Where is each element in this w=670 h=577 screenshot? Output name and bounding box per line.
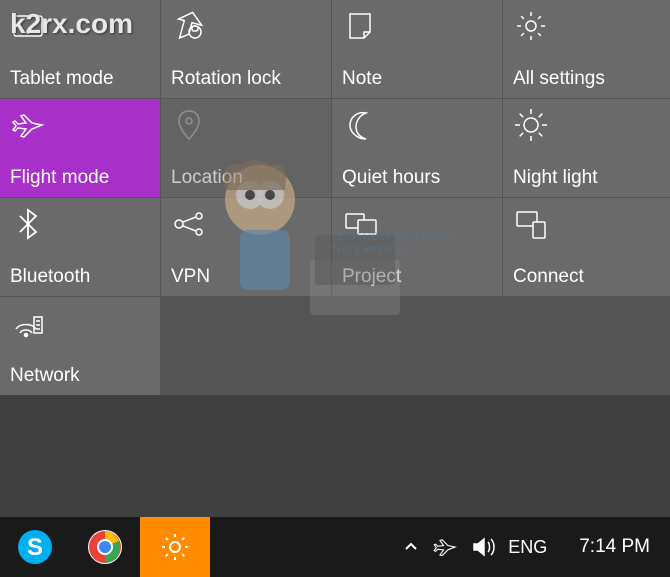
tile-label: Project — [342, 266, 492, 288]
tray-language[interactable]: ENG — [508, 537, 547, 558]
location-icon — [171, 107, 207, 143]
rotation-lock-icon — [171, 8, 207, 44]
tile-location[interactable]: Location — [161, 99, 331, 197]
tile-connect[interactable]: Connect — [503, 198, 670, 296]
network-icon — [10, 305, 46, 341]
note-icon — [342, 8, 378, 44]
tile-quiet-hours[interactable]: Quiet hours — [332, 99, 502, 197]
tray-chevron-up-icon[interactable] — [402, 538, 420, 556]
moon-icon — [342, 107, 378, 143]
tile-vpn[interactable]: VPN — [161, 198, 331, 296]
taskbar-app-chrome[interactable] — [70, 517, 140, 577]
tile-bluetooth[interactable]: Bluetooth — [0, 198, 160, 296]
tile-rotation-lock[interactable]: Rotation lock — [161, 0, 331, 98]
taskbar: S ENG 7:14 PM — [0, 517, 670, 577]
settings-icon — [513, 8, 549, 44]
tile-label: Flight mode — [10, 167, 150, 189]
tile-all-settings[interactable]: All settings — [503, 0, 670, 98]
tray-airplane-icon[interactable] — [432, 534, 458, 560]
tile-label: Note — [342, 68, 492, 90]
tile-label: Connect — [513, 266, 663, 288]
tile-label: Network — [10, 365, 150, 387]
brightness-icon — [513, 107, 549, 143]
tile-night-light[interactable]: Night light — [503, 99, 670, 197]
tile-label: Tablet mode — [10, 68, 150, 90]
tile-label: Location — [171, 167, 321, 189]
vpn-icon — [171, 206, 207, 242]
tile-network[interactable]: Network — [0, 297, 160, 395]
tile-label: VPN — [171, 266, 321, 288]
watermark-text: k2rx.com — [10, 8, 133, 40]
taskbar-app-settings[interactable] — [140, 517, 210, 577]
connect-icon — [513, 206, 549, 242]
tile-project[interactable]: Project — [332, 198, 502, 296]
bluetooth-icon — [10, 206, 46, 242]
tile-label: Bluetooth — [10, 266, 150, 288]
action-center-tiles: Tablet mode Rotation lock Note All setti… — [0, 0, 670, 395]
tile-flight-mode[interactable]: Flight mode — [0, 99, 160, 197]
svg-text:S: S — [27, 534, 43, 561]
taskbar-apps: S — [0, 517, 210, 577]
taskbar-app-skype[interactable]: S — [0, 517, 70, 577]
tray-volume-icon[interactable] — [470, 534, 496, 560]
tile-label: All settings — [513, 68, 663, 90]
system-tray: ENG 7:14 PM — [402, 534, 670, 560]
project-icon — [342, 206, 378, 242]
tile-label: Night light — [513, 167, 663, 189]
tile-label: Quiet hours — [342, 167, 492, 189]
tray-clock[interactable]: 7:14 PM — [559, 536, 650, 558]
tile-label: Rotation lock — [171, 68, 321, 90]
tile-note[interactable]: Note — [332, 0, 502, 98]
airplane-icon — [10, 107, 46, 143]
